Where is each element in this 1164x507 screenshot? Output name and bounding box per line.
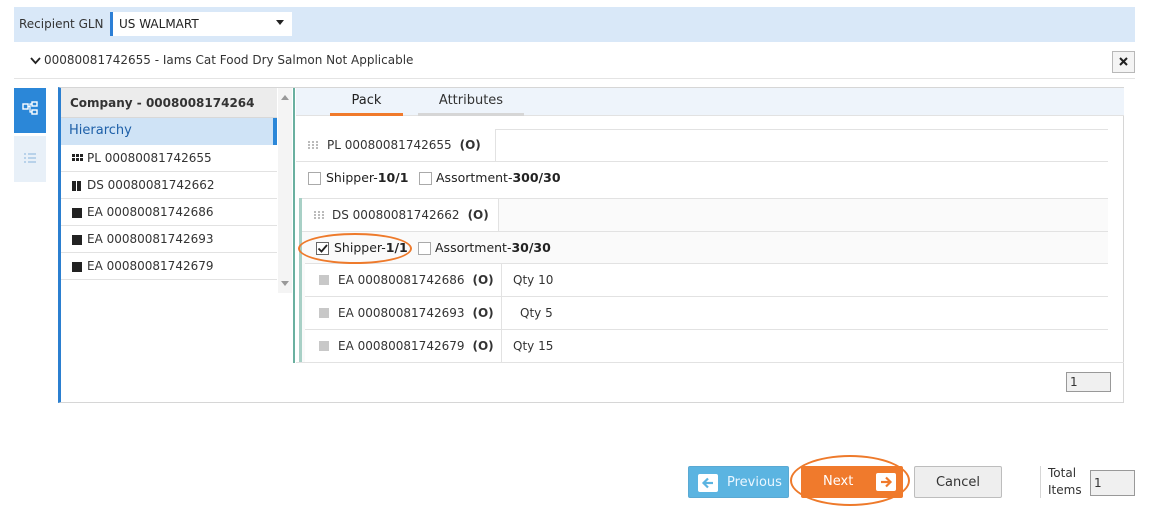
recipient-gln-label: Recipient GLN (19, 17, 104, 31)
previous-label: Previous (727, 475, 782, 490)
assortment-option-label: Assortment-30/30 (435, 240, 551, 255)
close-button[interactable] (1112, 51, 1135, 73)
total-items-label: Total Items (1048, 466, 1082, 497)
shipper-checkbox[interactable] (308, 172, 321, 185)
ea-gln-text: EA 00080081742693 (O) (338, 306, 494, 320)
assortment-checkbox[interactable] (419, 172, 432, 185)
pallet-icon (72, 154, 83, 161)
tree-item[interactable]: EA 00080081742693 (61, 226, 277, 253)
tree-scrollbar[interactable] (278, 88, 292, 293)
tree-company-header[interactable]: Company - 0008008174264 (61, 88, 277, 118)
pack-content: Pack Attributes PL 00080081742655 (O) Shi… (296, 88, 1124, 402)
close-icon (1119, 57, 1128, 66)
grip-icon (314, 211, 324, 219)
assortment-option-label: Assortment-300/30 (436, 170, 561, 185)
previous-button[interactable]: Previous (688, 466, 789, 498)
arrow-left-icon (698, 474, 718, 492)
tab-attributes[interactable]: Attributes (418, 92, 524, 116)
total-items-field: 1 (1090, 470, 1135, 496)
hierarchy-icon (22, 101, 38, 115)
tree-item-label: EA 00080081742679 (87, 259, 214, 273)
list-view-tab[interactable] (14, 136, 46, 182)
pack-tabs: Pack Attributes (296, 88, 1124, 116)
recipient-gln-value: US WALMART (119, 17, 199, 31)
pl-gln-row: PL 00080081742655 (O) (296, 129, 496, 161)
ea-item-row: EA 00080081742686 (O) Qty 10 (305, 264, 1108, 296)
page-input[interactable]: 1 (1066, 372, 1111, 392)
tab-pack[interactable]: Pack (330, 92, 403, 116)
pl-gln-text: PL 00080081742655 (O) (327, 138, 481, 152)
pack-hierarchy-panel: Company - 0008008174264 Hierarchy PL 000… (58, 87, 1124, 403)
header-divider (14, 78, 1135, 79)
cancel-button[interactable]: Cancel (914, 466, 1002, 498)
ea-item-row: EA 00080081742679 (O) Qty 15 (305, 330, 1108, 362)
chevron-down-icon[interactable] (30, 55, 41, 66)
scroll-down-icon[interactable] (281, 281, 289, 286)
tree-item-label: PL 00080081742655 (87, 151, 212, 165)
ea-qty: Qty 5 (520, 306, 553, 320)
scroll-up-icon[interactable] (281, 95, 289, 100)
each-icon (319, 341, 329, 351)
product-title: 00080081742655 - Iams Cat Food Dry Salmo… (44, 53, 414, 67)
recipient-gln-select[interactable]: US WALMART (110, 12, 292, 36)
list-icon (24, 153, 36, 163)
tree-item-hierarchy[interactable]: Hierarchy (61, 118, 277, 145)
row-divider (296, 362, 1124, 363)
ds-gln-text: DS 00080081742662 (O) (332, 208, 489, 222)
tree-item-label: DS 00080081742662 (87, 178, 215, 192)
highlight-ring (790, 455, 910, 506)
recipient-bar: Recipient GLN US WALMART (14, 7, 1135, 42)
tree-item-label: EA 00080081742693 (87, 232, 214, 246)
ea-item-row: EA 00080081742693 (O) Qty 5 (305, 297, 1108, 329)
tree-item[interactable]: PL 00080081742655 (61, 145, 277, 172)
each-icon (72, 208, 82, 218)
tree-item-label: EA 00080081742686 (87, 205, 214, 219)
cancel-label: Cancel (935, 475, 981, 490)
row-divider (302, 231, 1108, 232)
tree-item[interactable]: DS 00080081742662 (61, 172, 277, 199)
ea-qty: Qty 15 (513, 339, 554, 353)
tree-item-label: Hierarchy (69, 123, 132, 138)
tree-item[interactable]: EA 00080081742679 (61, 253, 277, 280)
each-icon (72, 235, 82, 245)
ea-qty: Qty 10 (513, 273, 554, 287)
each-icon (319, 308, 329, 318)
assortment-checkbox[interactable] (418, 242, 431, 255)
case-icon (72, 181, 81, 191)
grip-icon (308, 141, 318, 149)
row-divider (296, 161, 1108, 162)
company-label: Company - 0008008174264 (70, 96, 255, 110)
shipper-option-label: Shipper-10/1 (326, 170, 409, 185)
tree-item[interactable]: EA 00080081742686 (61, 199, 277, 226)
ea-gln-text: EA 00080081742679 (O) (338, 339, 494, 353)
hierarchy-view-tab[interactable] (14, 88, 46, 133)
highlight-ring (298, 233, 412, 264)
ds-gln-row: DS 00080081742662 (O) (302, 199, 499, 231)
panel-divider (293, 88, 295, 363)
each-icon (72, 262, 82, 272)
footer-divider (1040, 466, 1041, 498)
dropdown-caret-icon (276, 20, 284, 25)
each-icon (319, 275, 329, 285)
ea-gln-text: EA 00080081742686 (O) (338, 273, 494, 287)
